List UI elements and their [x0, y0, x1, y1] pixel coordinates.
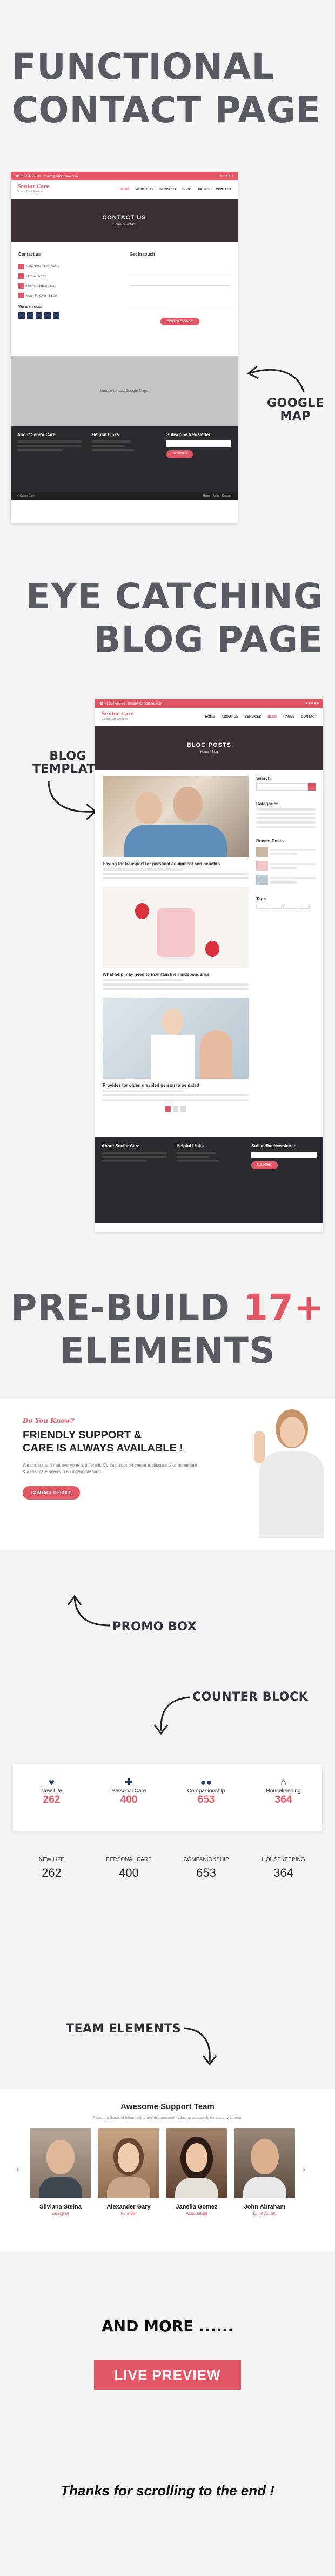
- blog-hero: BLOG POSTS Home / Blog: [95, 726, 323, 770]
- team-elements-label: TEAM ELEMENTS: [66, 2022, 182, 2036]
- contact-footer: About Senior Care Helpful Links Subscrib…: [11, 426, 238, 492]
- menu-item-about[interactable]: ABOUT US: [136, 188, 153, 191]
- promo-woman-image: [254, 1409, 330, 1539]
- team-member[interactable]: John Abraham Chief Admin: [234, 2128, 295, 2216]
- navbar: Senior Care Elderly Care Services HOME AB…: [11, 180, 238, 199]
- subscribe-button[interactable]: SUBSCRIBE: [166, 450, 193, 458]
- blog-heading: EYE CATCHING BLOG PAGE: [26, 576, 323, 660]
- google-map-label: GOOGLE MAP: [267, 397, 324, 423]
- counter-item: ✚ Personal Care 400: [90, 1764, 168, 1831]
- chevron-left-icon[interactable]: ‹: [16, 2165, 19, 2174]
- and-more-text: AND MORE ......: [101, 2317, 233, 2335]
- blog-sidebar: Search Categories Recent Posts Tags: [256, 776, 316, 1130]
- send-message-button[interactable]: SEND MESSAGE: [160, 318, 199, 325]
- menu-item-home[interactable]: HOME: [120, 188, 130, 191]
- search-icon[interactable]: [308, 783, 316, 791]
- promo-box-label: PROMO BOX: [112, 1620, 197, 1634]
- counter-item: HOUSEKEEPING 364: [262, 1857, 305, 1879]
- name-field[interactable]: [130, 257, 230, 266]
- counter-item: ♥ New Life 262: [13, 1764, 90, 1831]
- top-bar: ☎ +1 234 567 89 ✉ info@seniorcare.com ● ●…: [11, 172, 238, 180]
- menu-item-contact[interactable]: CONTACT: [216, 188, 231, 191]
- arrow-icon: [67, 1595, 110, 1627]
- team-member[interactable]: Alexander Gary Founder: [98, 2128, 159, 2216]
- arrow-icon: [153, 1696, 190, 1735]
- contact-heading: FUNCTIONAL CONTACT PAGE: [12, 46, 321, 131]
- contact-hero: CONTACT US Home / Contact: [11, 199, 238, 242]
- social-icons: [18, 312, 119, 319]
- message-field[interactable]: [130, 286, 230, 307]
- logo[interactable]: Senior Care Elderly Care Services: [17, 185, 50, 195]
- contact-details-button[interactable]: CONTACT DETAILS: [23, 1486, 81, 1500]
- home-icon: ⌂: [280, 1777, 286, 1788]
- menu-item-services[interactable]: SERVICES: [159, 188, 176, 191]
- live-preview-button[interactable]: LIVE PREVIEW: [94, 2360, 241, 2390]
- phone-field[interactable]: [130, 276, 230, 286]
- medkit-icon: ✚: [124, 1777, 133, 1788]
- blog-post[interactable]: What help may need to maintain their ind…: [103, 887, 249, 990]
- contact-body: Contact us 1234 Street, City Name +1 234…: [11, 242, 238, 356]
- blog-footer: About Senior Care Helpful Links Subscrib…: [95, 1137, 323, 1223]
- pagination: [103, 1106, 249, 1112]
- main-menu: HOME ABOUT US SERVICES BLOG PAGES CONTAC…: [120, 188, 231, 191]
- counter-block-plain: NEW LIFE 262 PERSONAL CARE 400 COMPANION…: [13, 1857, 322, 1900]
- team-member[interactable]: Silviana Steina Designer: [30, 2128, 91, 2216]
- arrow-icon: [247, 365, 305, 392]
- counter-item: COMPANIONSHIP 653: [183, 1857, 229, 1879]
- team-member[interactable]: Janella Gomez Accountant: [166, 2128, 227, 2216]
- arrow-icon: [48, 780, 97, 820]
- counter-block-label: COUNTER BLOCK: [192, 1690, 309, 1704]
- elements-heading: PRE-BUILD 17+ ELEMENTS: [10, 1287, 325, 1371]
- thanks-text: Thanks for scrolling to the end !: [61, 2483, 274, 2499]
- blog-post[interactable]: Provides for older, disabled person to b…: [103, 998, 249, 1101]
- counter-item: NEW LIFE 262: [38, 1857, 65, 1879]
- blog-page-mock: ☎ +1 234 567 89 ✉ info@seniorcare.com ● ●…: [95, 699, 323, 1232]
- counter-block-boxed: ♥ New Life 262 ✚ Personal Care 400 ●● Co…: [13, 1764, 322, 1831]
- promo-box: Do You Know? FRIENDLY SUPPORT & CARE IS A…: [0, 1399, 335, 1550]
- google-map[interactable]: Unable to load Google Maps: [11, 356, 238, 426]
- blog-post[interactable]: Paying for transport for personal equipm…: [103, 776, 249, 879]
- counter-item: ●● Companionship 653: [168, 1764, 245, 1831]
- counter-item: ⌂ Housekeeping 364: [245, 1764, 322, 1831]
- counter-item: PERSONAL CARE 400: [106, 1857, 152, 1879]
- heart-pulse-icon: ♥: [49, 1777, 55, 1788]
- blog-template-label: BLOG TEMPLATE: [32, 750, 104, 776]
- blog-posts-list: Paying for transport for personal equipm…: [103, 776, 249, 1130]
- team-section: Awesome Support Team A gamma dividend be…: [0, 2089, 335, 2251]
- chevron-right-icon[interactable]: ›: [303, 2165, 305, 2174]
- search-input[interactable]: [256, 783, 308, 791]
- menu-item-pages[interactable]: PAGES: [198, 188, 210, 191]
- arrow-icon: [184, 2027, 217, 2066]
- users-icon: ●●: [200, 1777, 212, 1788]
- email-field[interactable]: [130, 266, 230, 276]
- contact-page-mock: ☎ +1 234 567 89 ✉ info@seniorcare.com ● ●…: [11, 172, 238, 523]
- menu-item-blog[interactable]: BLOG: [182, 188, 191, 191]
